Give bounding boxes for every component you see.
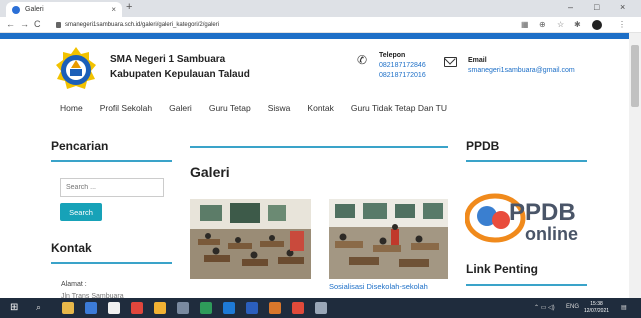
school-name[interactable]: SMA Negeri 1 Sambuara Kabupaten Kepulaua… [110, 52, 250, 82]
ppdb-section-title: PPDB [466, 139, 500, 153]
clock[interactable]: 15:38 12/07/2021 [584, 301, 609, 315]
site-favicon-icon [12, 5, 20, 14]
forward-arrow-icon[interactable]: → [20, 19, 29, 29]
page-scrollbar[interactable] [629, 33, 641, 298]
zoom-icon[interactable]: ⊕ [539, 20, 546, 29]
email-link[interactable]: smanegeri1sambuara@gmail.com [468, 66, 575, 76]
profile-avatar[interactable] [592, 20, 602, 30]
windows-taskbar: ⊞ ⌕ ⌃ ▭ ◁) ENG 15:38 12/07/2021 ▤ [0, 298, 641, 318]
active-chrome-icon[interactable] [292, 302, 304, 314]
notification-icon[interactable]: ▤ [621, 304, 627, 311]
app-icon-green[interactable] [200, 302, 212, 314]
nav-home[interactable]: Home [60, 103, 83, 113]
nav-kontak[interactable]: Kontak [307, 103, 333, 113]
phone-number-2[interactable]: 082187172016 [379, 71, 426, 81]
search-icon[interactable]: ⌕ [36, 302, 48, 314]
search-button[interactable]: Search [60, 203, 102, 221]
nav-siswa[interactable]: Siswa [268, 103, 291, 113]
phone-number-1[interactable]: 082187172846 [379, 61, 426, 71]
browser-tab[interactable]: Galeri × [6, 2, 122, 17]
browser-tab-bar: Galeri × + – □ × [0, 0, 641, 17]
top-accent-strip [0, 33, 629, 39]
address-label: Alamat : [61, 281, 87, 288]
app-icon-grey[interactable] [177, 302, 189, 314]
back-arrow-icon[interactable]: ← [6, 19, 15, 29]
chrome-icon[interactable] [131, 302, 143, 314]
contact-section-title: Kontak [51, 241, 92, 255]
clock-time: 15:38 [590, 301, 603, 307]
classroom-photo-1 [190, 199, 311, 279]
photo-caption-2[interactable]: Sosialisasi Disekolah-sekolah [329, 282, 428, 291]
search-title-underline [51, 160, 172, 162]
nav-profil-sekolah[interactable]: Profil Sekolah [100, 103, 152, 113]
mail-app-icon[interactable] [85, 302, 97, 314]
maximize-button[interactable]: □ [594, 2, 599, 12]
mail-icon [444, 57, 457, 67]
word-icon[interactable] [246, 302, 258, 314]
links-title-underline [466, 284, 587, 286]
powerpoint-icon[interactable] [269, 302, 281, 314]
ppdb-logo-graphic: PPDB online [464, 193, 578, 244]
phone-block: Telepon 082187172846 082187172016 [379, 51, 426, 81]
main-navigation: Home Profil Sekolah Galeri Guru Tetap Si… [60, 103, 464, 113]
ppdb-logo-sub-text: online [525, 224, 578, 244]
tab-title: Galeri [25, 6, 44, 13]
ppdb-title-underline [466, 160, 587, 162]
address-bar-row: ← → C smanegeri1sambuara.sch.id/galeri/g… [0, 17, 641, 33]
school-logo [56, 47, 96, 89]
nav-guru-tidak-tetap[interactable]: Guru Tidak Tetap Dan TU [351, 103, 447, 113]
url-field[interactable]: smanegeri1sambuara.sch.id/galeri/galeri_… [56, 19, 356, 31]
school-name-line2: Kabupaten Kepulauan Talaud [110, 69, 250, 80]
puzzle-icon[interactable]: ✱ [574, 20, 581, 29]
minimize-button[interactable]: – [568, 2, 573, 12]
search-input[interactable] [60, 178, 164, 197]
links-section-title: Link Penting [466, 262, 538, 276]
bookmark-star-icon[interactable]: ☆ [557, 20, 564, 29]
gallery-photo-1[interactable] [190, 199, 311, 279]
search-section-title: Pencarian [51, 139, 109, 153]
email-block: Email smanegeri1sambuara@gmail.com [468, 56, 575, 76]
phone-title: Telepon [379, 52, 406, 59]
clock-date: 12/07/2021 [584, 308, 610, 314]
content-top-line [190, 146, 448, 148]
nav-galeri[interactable]: Galeri [169, 103, 192, 113]
phone-icon: ✆ [357, 53, 368, 67]
url-text: smanegeri1sambuara.sch.id/galeri/galeri_… [65, 22, 220, 28]
page-title: Galeri [190, 164, 230, 180]
store-icon[interactable] [108, 302, 120, 314]
lock-icon [56, 22, 61, 28]
classroom-photo-2 [329, 199, 448, 279]
menu-dots-icon[interactable]: ⋮ [618, 20, 626, 29]
scrollbar-thumb[interactable] [631, 45, 639, 107]
ppdb-online-logo[interactable]: PPDB online [464, 186, 585, 246]
edge-icon[interactable] [223, 302, 235, 314]
contact-title-underline [51, 262, 172, 264]
windows-start-icon[interactable]: ⊞ [10, 302, 22, 314]
gallery-photo-2[interactable] [329, 199, 448, 279]
language-indicator[interactable]: ENG [566, 304, 579, 310]
tray-icons[interactable]: ⌃ ▭ ◁) [534, 304, 555, 311]
extension-icon[interactable]: ▦ [521, 20, 529, 29]
school-name-line1: SMA Negeri 1 Sambuara [110, 54, 226, 65]
ppdb-logo-main-text: PPDB [509, 199, 576, 226]
email-title: Email [468, 57, 487, 64]
nav-guru-tetap[interactable]: Guru Tetap [209, 103, 251, 113]
new-tab-button[interactable]: + [126, 1, 132, 13]
tab-close-icon[interactable]: × [111, 5, 116, 14]
close-window-button[interactable]: × [620, 2, 625, 12]
app-icon-yellow[interactable] [154, 302, 166, 314]
app-icon-misc[interactable] [315, 302, 327, 314]
file-explorer-icon[interactable] [62, 302, 74, 314]
reload-icon[interactable]: C [34, 19, 41, 29]
